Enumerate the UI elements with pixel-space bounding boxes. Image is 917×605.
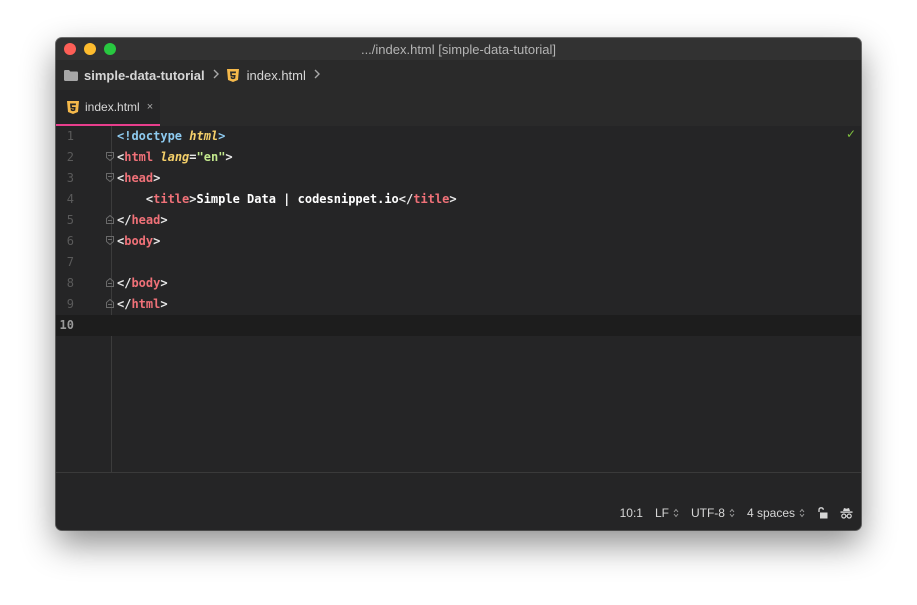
token: title <box>413 192 450 206</box>
token: </ <box>117 297 132 311</box>
code-text: <body> <box>117 231 160 252</box>
token: <! <box>117 129 132 143</box>
indentation-selector[interactable]: 4 spaces <box>747 506 805 520</box>
code-line[interactable]: 2 <html lang="en"> <box>56 147 861 168</box>
html5-icon <box>226 68 239 82</box>
editor-window: .../index.html [simple-data-tutorial] si… <box>56 38 861 530</box>
fold-icon[interactable] <box>106 215 114 224</box>
incognito-icon[interactable] <box>840 507 853 520</box>
fold-icon[interactable] <box>106 236 114 245</box>
token: = <box>189 150 197 164</box>
code-text: </head> <box>117 210 168 231</box>
token: > <box>160 297 168 311</box>
token: > <box>449 192 457 206</box>
tab-bar: index.html × <box>56 90 861 126</box>
fold-icon[interactable] <box>106 152 114 161</box>
updown-chevron-icon <box>673 508 679 518</box>
tab-close-button[interactable]: × <box>147 101 153 113</box>
line-number: 9 <box>66 297 74 311</box>
token: html <box>124 150 154 164</box>
encoding-selector[interactable]: UTF-8 <box>691 506 735 520</box>
code-text: <head> <box>117 168 160 189</box>
fold-icon[interactable] <box>106 299 114 308</box>
unlock-icon[interactable] <box>817 507 828 519</box>
code-editor[interactable]: ✓ 1 <!doctype html> 2 <html lang="en"> 3… <box>56 126 861 472</box>
token: > <box>218 129 226 143</box>
code-text: <!doctype html> <box>117 126 225 147</box>
token: html <box>131 297 161 311</box>
updown-chevron-icon <box>729 508 735 518</box>
token: </ <box>398 192 414 206</box>
token: lang <box>160 150 190 164</box>
token: head <box>131 213 161 227</box>
folder-icon <box>64 69 78 81</box>
token: > <box>153 234 161 248</box>
code-line[interactable]: 3 <head> <box>56 168 861 189</box>
line-number: 10 <box>59 318 74 332</box>
tab-label: index.html <box>85 100 140 114</box>
chevron-right-icon <box>314 68 320 82</box>
token: head <box>124 171 154 185</box>
fold-icon[interactable] <box>106 173 114 182</box>
status-bar: 10:1 LF UTF-8 4 spaces <box>56 472 861 530</box>
encoding-label: UTF-8 <box>690 506 725 520</box>
token: doctype <box>131 129 183 143</box>
fold-icon[interactable] <box>106 278 114 287</box>
line-number: 2 <box>66 150 74 164</box>
html5-icon <box>67 100 79 114</box>
line-ending-selector[interactable]: LF <box>655 506 679 520</box>
breadcrumb-file[interactable]: index.html <box>247 68 306 83</box>
code-text: <html lang="en"> <box>117 147 233 168</box>
line-number: 3 <box>66 171 74 185</box>
chevron-right-icon <box>213 68 219 82</box>
token: > <box>153 171 161 185</box>
code-line[interactable]: 5 </head> <box>56 210 861 231</box>
code-line[interactable]: 4 <title>Simple Data | codesnippet.io</t… <box>56 189 861 210</box>
code-line[interactable]: 6 <body> <box>56 231 861 252</box>
token: </ <box>117 213 132 227</box>
window-title: .../index.html [simple-data-tutorial] <box>360 42 557 57</box>
code-line[interactable]: 8 </body> <box>56 273 861 294</box>
tab-index-html[interactable]: index.html × <box>56 90 160 126</box>
updown-chevron-icon <box>799 508 805 518</box>
breadcrumb-folder[interactable]: simple-data-tutorial <box>84 68 205 83</box>
token: body <box>131 276 161 290</box>
code-line[interactable]: 9 </html> <box>56 294 861 315</box>
token: Simple Data | codesnippet.io <box>196 192 399 206</box>
line-number: 8 <box>66 276 74 290</box>
token: > <box>160 213 168 227</box>
breadcrumb: simple-data-tutorial index.html <box>56 60 861 90</box>
code-line[interactable]: 7 <box>56 252 861 273</box>
code-text: </html> <box>117 294 168 315</box>
token: > <box>225 150 233 164</box>
token: html <box>189 129 219 143</box>
line-number: 5 <box>66 213 74 227</box>
token: </ <box>117 276 132 290</box>
line-number: 4 <box>66 192 74 206</box>
token: body <box>124 234 154 248</box>
line-number: 6 <box>66 234 74 248</box>
indentation-label: 4 spaces <box>746 506 795 520</box>
code-line[interactable]: 10 <box>56 315 861 336</box>
code-line[interactable]: 1 <!doctype html> <box>56 126 861 147</box>
line-ending-label: LF <box>654 506 669 520</box>
token: title <box>153 192 190 206</box>
token: > <box>160 276 168 290</box>
line-number: 7 <box>66 255 74 269</box>
title-bar: .../index.html [simple-data-tutorial] <box>56 38 861 60</box>
line-number: 1 <box>66 129 74 143</box>
token: < <box>117 192 154 206</box>
code-text: <title>Simple Data | codesnippet.io</tit… <box>117 189 457 210</box>
token: "en" <box>196 150 226 164</box>
code-text: </body> <box>117 273 168 294</box>
cursor-position[interactable]: 10:1 <box>620 506 643 520</box>
